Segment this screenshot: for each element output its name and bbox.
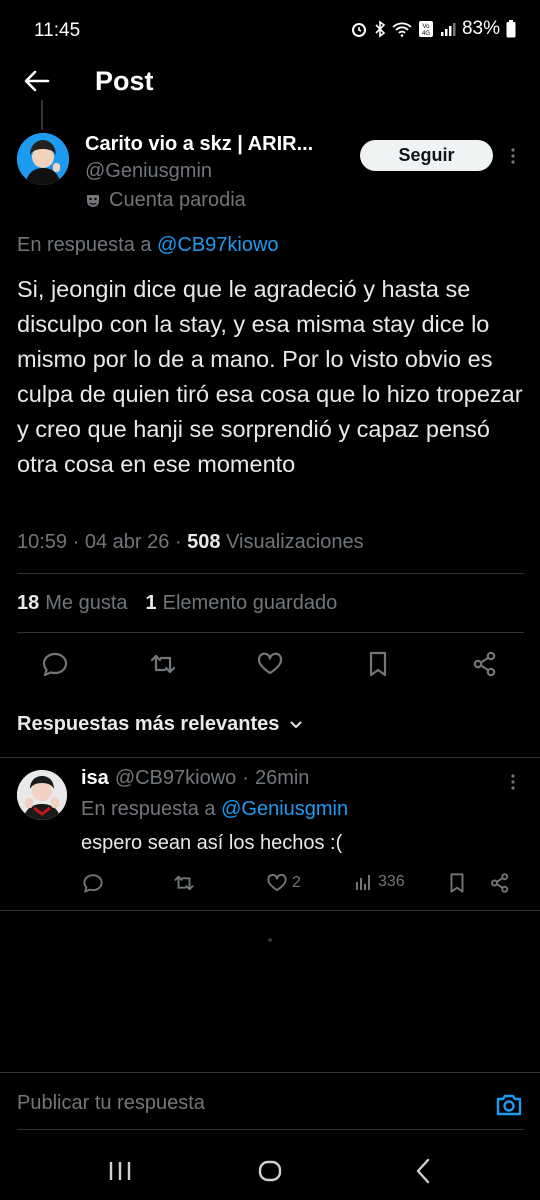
post-date: 04 abr 26 [84, 531, 170, 553]
share-icon [491, 873, 509, 893]
reply-avatar[interactable] [17, 770, 67, 820]
divider [17, 632, 524, 633]
divider [17, 573, 524, 574]
status-icons: Vo 4G 83% [350, 18, 516, 40]
reply-context: En respuesta a @Geniusgmin [81, 798, 348, 821]
engagement-stats: 18 Me gusta 1 Elemento guardado [17, 592, 337, 615]
reply-repost-button[interactable] [173, 872, 195, 894]
reply-handle-link[interactable]: @CB97kiowo [157, 234, 278, 256]
parody-label: Cuenta parodia [109, 189, 246, 211]
bookmark-icon[interactable] [364, 650, 392, 678]
follow-button[interactable]: Seguir [360, 140, 493, 171]
repost-icon [174, 875, 194, 891]
replies-sort-label: Respuestas más relevantes [17, 713, 280, 735]
nav-back-icon[interactable] [414, 1158, 432, 1184]
like-icon[interactable] [256, 650, 284, 678]
divider [0, 1072, 540, 1073]
reply-prefix: En respuesta a [17, 234, 152, 256]
reply-views-count: 336 [378, 873, 405, 890]
views-chart-icon [356, 875, 370, 890]
repost-icon[interactable] [149, 650, 177, 678]
parody-mask-icon [87, 194, 99, 207]
views-label[interactable]: Visualizaciones [226, 531, 364, 553]
reply-reply-button[interactable] [82, 872, 104, 894]
reply-author-handle[interactable]: @CB97kiowo [115, 767, 236, 790]
likes-count[interactable]: 18 [17, 592, 39, 615]
reply-header: isa @CB97kiowo · 26min [81, 767, 309, 790]
parody-badge: Cuenta parodia [85, 189, 246, 212]
author-handle[interactable]: @Geniusgmin [85, 160, 212, 183]
alarm-icon [351, 23, 366, 37]
reply-like-button[interactable]: 2 [266, 872, 301, 894]
saved-count[interactable]: 1 [146, 592, 157, 615]
svg-text:4G: 4G [422, 31, 430, 37]
reply-icon[interactable] [41, 650, 69, 678]
replies-sort-dropdown[interactable]: Respuestas más relevantes [17, 713, 303, 736]
reply-author-name[interactable]: isa [81, 767, 109, 790]
divider [0, 757, 540, 758]
reply-bookmark-button[interactable] [446, 872, 468, 894]
saved-label[interactable]: Elemento guardado [163, 592, 338, 615]
reply-share-button[interactable] [489, 872, 511, 894]
more-options-icon[interactable] [506, 146, 520, 166]
share-icon[interactable] [471, 650, 499, 678]
wifi-icon [392, 22, 412, 37]
views-count: 508 [187, 531, 221, 553]
status-time: 11:45 [34, 20, 81, 41]
battery-percent: 83% [461, 18, 500, 39]
author-avatar[interactable] [17, 133, 69, 185]
bookmark-icon [450, 873, 464, 893]
reply-like-count: 2 [292, 874, 301, 891]
reply-compose-input[interactable] [17, 1092, 457, 1115]
divider [0, 910, 540, 911]
post-time: 10:59 [17, 531, 68, 553]
reply-context-handle-link[interactable]: @Geniusgmin [221, 798, 348, 820]
back-arrow-icon[interactable] [22, 66, 52, 96]
home-icon[interactable] [258, 1160, 282, 1182]
reply-context-prefix: En respuesta a [81, 798, 216, 820]
reply-icon [83, 874, 103, 893]
loading-indicator [268, 938, 272, 942]
signal-icon [440, 23, 456, 36]
reply-more-options-icon[interactable] [506, 772, 520, 792]
thread-line [41, 100, 43, 130]
camera-icon[interactable] [494, 1090, 524, 1120]
volte-icon: Vo4G [418, 21, 433, 37]
like-icon [267, 874, 287, 892]
author-name[interactable]: Carito vio a skz | ARIR... [85, 133, 350, 156]
post-meta: 10:59 · 04 abr 26 · 508 Visualizaciones [17, 531, 364, 553]
bluetooth-icon [375, 20, 386, 38]
reply-separator: · [242, 767, 249, 789]
battery-icon [506, 20, 516, 38]
chevron-down-icon [290, 720, 303, 728]
reply-time: 26min [254, 767, 310, 789]
post-text: Si, jeongin dice que le agradeció y hast… [17, 276, 523, 477]
page-title: Post [95, 66, 154, 96]
likes-label[interactable]: Me gusta [45, 592, 127, 615]
reply-context: En respuesta a @CB97kiowo [17, 234, 279, 257]
compose-underline [17, 1129, 524, 1130]
reply-text: espero sean así los hechos :( [81, 832, 343, 854]
svg-text:Vo: Vo [422, 24, 430, 30]
recent-apps-icon[interactable] [108, 1160, 132, 1182]
reply-views-button[interactable]: 336 [354, 872, 405, 892]
